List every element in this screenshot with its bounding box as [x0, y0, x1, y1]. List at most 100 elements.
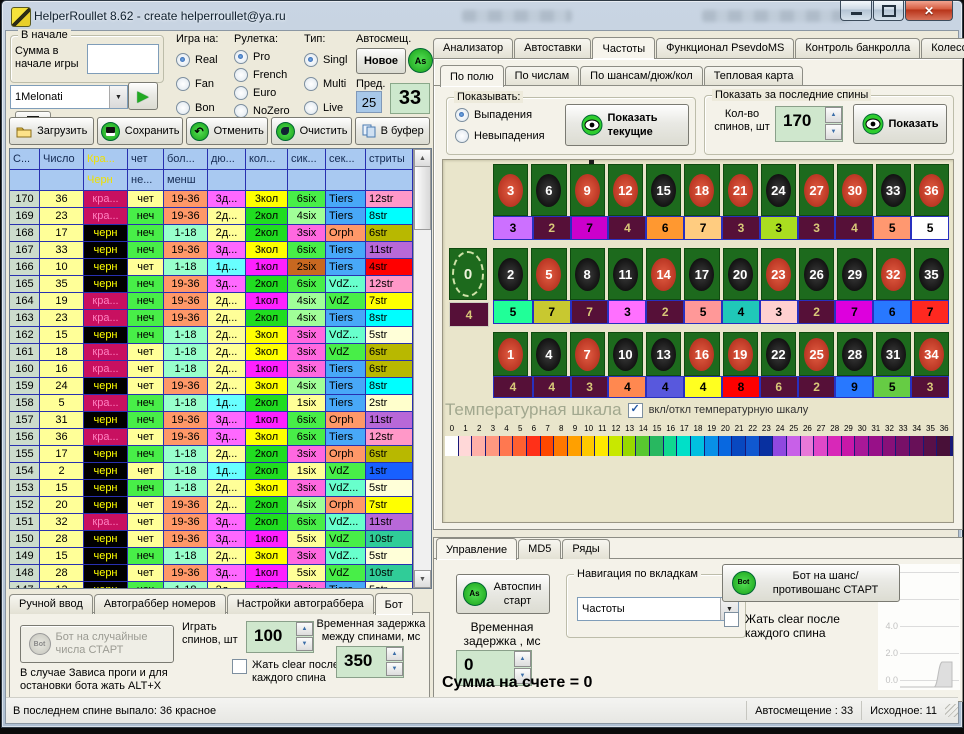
clear-button[interactable]: Очистить [271, 117, 353, 145]
spin-up-icon[interactable]: ▲ [514, 651, 531, 667]
board-number-10[interactable]: 10 [608, 332, 643, 376]
copy-buffer-button[interactable]: В буфер [355, 117, 430, 145]
new-button[interactable]: Новое [356, 48, 406, 74]
board-number-33[interactable]: 33 [876, 164, 911, 216]
table-row[interactable]: 16419кра...неч19-362д...1кол4sixVdZ7str [10, 293, 431, 310]
board-number-16[interactable]: 16 [684, 332, 719, 376]
table-row[interactable]: 16610чернчет1-181д...1кол2sixTiers4str [10, 259, 431, 276]
radio-Real[interactable]: Real [176, 53, 218, 67]
maximize-button[interactable] [873, 1, 904, 21]
board-number-26[interactable]: 26 [799, 248, 834, 300]
tab-Настройки автограббера[interactable]: Настройки автограббера [227, 594, 374, 614]
scroll-down-icon[interactable]: ▼ [414, 570, 431, 588]
close-button[interactable]: ✕ [905, 1, 953, 21]
undo-button[interactable]: ↶ Отменить [186, 117, 268, 145]
board-number-2[interactable]: 2 [493, 248, 528, 300]
table-row[interactable]: 15924чернчет19-362д...3кол4sixTiers8str [10, 378, 431, 395]
tab-Анализатор[interactable]: Анализатор [433, 38, 513, 58]
autospin-start-button[interactable]: As Автоспин старт [456, 574, 550, 614]
board-number-19[interactable]: 19 [723, 332, 758, 376]
table-scrollbar[interactable]: ▲ ▼ [413, 149, 431, 588]
start-sum-input[interactable] [87, 44, 159, 74]
board-number-32[interactable]: 32 [876, 248, 911, 300]
board-number-17[interactable]: 17 [684, 248, 719, 300]
board-number-1[interactable]: 1 [493, 332, 528, 376]
load-button[interactable]: Загрузить [9, 117, 94, 145]
tab-Ряды[interactable]: Ряды [562, 539, 609, 559]
board-number-14[interactable]: 14 [646, 248, 681, 300]
clear-after-spin-right[interactable]: Жать clear после каждого спина [724, 612, 863, 640]
board-number-25[interactable]: 25 [799, 332, 834, 376]
show-current-button[interactable]: Показать текущие [565, 104, 689, 146]
table-row[interactable]: 16733черннеч19-363д...3кол6sixTiers11str [10, 242, 431, 259]
radio-French[interactable]: French [234, 68, 290, 82]
radio-Euro[interactable]: Euro [234, 86, 290, 100]
board-number-22[interactable]: 22 [761, 332, 796, 376]
temp-scale-checkbox[interactable] [628, 403, 643, 418]
radio-Fan[interactable]: Fan [176, 77, 218, 91]
save-button[interactable]: Сохранить [97, 117, 182, 145]
spin-up-icon[interactable]: ▲ [386, 647, 403, 661]
table-row[interactable]: 14828чернчет19-363д...1кол5sixVdZ10str [10, 565, 431, 582]
tab-Бот[interactable]: Бот [375, 593, 413, 615]
board-number-36[interactable]: 36 [914, 164, 949, 216]
tab-По числам[interactable]: По числам [505, 66, 580, 86]
chevron-down-icon[interactable]: ▼ [109, 86, 127, 108]
board-number-18[interactable]: 18 [684, 164, 719, 216]
tab-Колесо[interactable]: Колесо [921, 38, 964, 58]
table-row[interactable]: 16817черннеч1-182д...2кол3sixOrph6str [10, 225, 431, 242]
board-number-4[interactable]: 4 [531, 332, 566, 376]
spin-down-icon[interactable]: ▼ [825, 124, 842, 140]
resize-grip[interactable] [945, 704, 958, 717]
table-row[interactable]: 15028чернчет19-363д...1кол5sixVdZ10str [10, 531, 431, 548]
board-number-27[interactable]: 27 [799, 164, 834, 216]
board-number-13[interactable]: 13 [646, 332, 681, 376]
board-number-28[interactable]: 28 [837, 332, 872, 376]
scrollbar-thumb[interactable] [414, 166, 431, 230]
radio-Pro[interactable]: Pro [234, 50, 290, 64]
board-number-29[interactable]: 29 [837, 248, 872, 300]
table-row[interactable]: 15220чернчет19-362д...2кол4sixOrph7str [10, 497, 431, 514]
table-row[interactable]: 16535черннеч19-363д...2кол6sixVdZ...12st… [10, 276, 431, 293]
table-row[interactable]: 15315черннеч1-182д...3кол3sixVdZ...5str [10, 480, 431, 497]
board-number-8[interactable]: 8 [570, 248, 605, 300]
table-row[interactable]: 15517черннеч1-182д...2кол3sixOrph6str [10, 446, 431, 463]
radio-Выпадения[interactable]: Выпадения [455, 108, 545, 122]
board-number-31[interactable]: 31 [876, 332, 911, 376]
tab-Тепловая карта[interactable]: Тепловая карта [704, 66, 804, 86]
board-number-15[interactable]: 15 [646, 164, 681, 216]
board-number-6[interactable]: 6 [531, 164, 566, 216]
table-row[interactable]: 1585кра...неч1-181д...2кол1sixTiers2str [10, 395, 431, 412]
table-row[interactable]: 16323кра...неч19-362д...2кол4sixTiers8st… [10, 310, 431, 327]
checkbox-icon[interactable] [232, 659, 247, 674]
spins-count-stepper[interactable]: 170 ▲▼ [775, 106, 843, 142]
board-number-7[interactable]: 7 [570, 332, 605, 376]
autoshift-as-icon[interactable]: As [408, 48, 433, 73]
preset-dropdown[interactable]: 1Melonati ▼ [10, 85, 128, 109]
title-bar[interactable]: HelperRoullet 8.62 - create helperroulle… [2, 1, 962, 30]
spin-down-icon[interactable]: ▼ [386, 662, 403, 676]
board-number-9[interactable]: 9 [570, 164, 605, 216]
spin-up-icon[interactable]: ▲ [296, 622, 313, 636]
board-number-24[interactable]: 24 [761, 164, 796, 216]
bot-chance-start-button[interactable]: Bot Бот на шанс/противошанс СТАРТ [722, 564, 900, 602]
board-number-21[interactable]: 21 [723, 164, 758, 216]
tab-Частоты[interactable]: Частоты [592, 37, 655, 59]
radio-Bon[interactable]: Bon [176, 101, 218, 115]
tab-По шансам/дюж/кол[interactable]: По шансам/дюж/кол [580, 66, 703, 86]
tab-Автоставки[interactable]: Автоставки [514, 38, 591, 58]
table-row[interactable]: 14915черннеч1-182д...3кол3sixVdZ...5str [10, 548, 431, 565]
board-number-30[interactable]: 30 [837, 164, 872, 216]
nav-dropdown[interactable]: Частоты ▼ [577, 597, 739, 621]
minimize-button[interactable] [840, 1, 872, 21]
board-number-35[interactable]: 35 [914, 248, 949, 300]
play-spins-stepper[interactable]: 100 ▲▼ [246, 621, 314, 653]
board-number-5[interactable]: 5 [531, 248, 566, 300]
delay-between-spins-stepper[interactable]: 350 ▲▼ [336, 646, 404, 678]
table-row[interactable]: 16016кра...чет1-182д...1кол3sixTiers6str [10, 361, 431, 378]
tab-Автограббер номеров[interactable]: Автограббер номеров [94, 594, 226, 614]
radio-Multi[interactable]: Multi [304, 77, 347, 91]
spin-down-icon[interactable]: ▼ [296, 637, 313, 651]
tab-Ручной ввод[interactable]: Ручной ввод [9, 594, 93, 614]
board-number-12[interactable]: 12 [608, 164, 643, 216]
